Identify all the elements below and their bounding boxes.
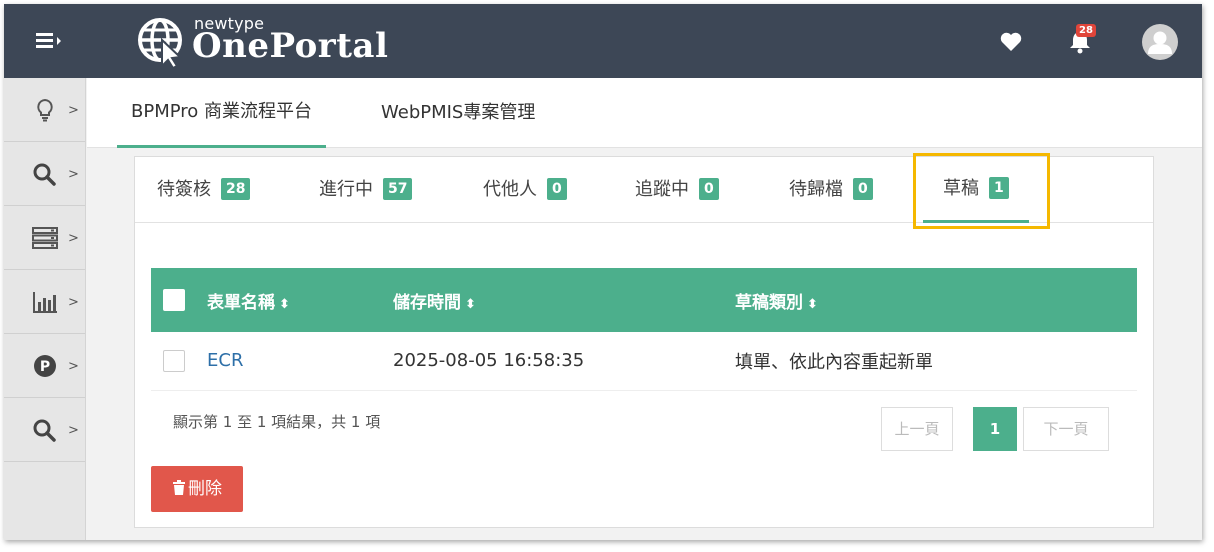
user-avatar[interactable] — [1142, 24, 1178, 60]
status-tabs: 待簽核 28 進行中 57 代他人 0 追蹤中 0 待歸檔 0 草稿 1 — [135, 153, 1153, 229]
tab-label: 待簽核 — [157, 179, 211, 200]
count-badge: 57 — [383, 178, 413, 200]
drafts-table: 表單名稱 ⬍ 儲存時間 ⬍ 草稿類別 ⬍ ECR 2025-08-05 16:5… — [151, 268, 1137, 391]
sidebar-item-ideas[interactable]: > — [4, 78, 85, 142]
header-label: 表單名稱 — [207, 292, 275, 313]
header-draft-category[interactable]: 草稿類別 ⬍ — [735, 268, 1137, 332]
p-circle-icon: P — [34, 355, 56, 377]
prev-page-button[interactable]: 上一頁 — [881, 407, 953, 451]
form-name-link[interactable]: ECR — [207, 350, 243, 371]
tab-label: 待歸檔 — [789, 179, 843, 200]
favorites-button[interactable] — [1000, 32, 1022, 56]
tab-tracking[interactable]: 追蹤中 0 — [635, 157, 719, 223]
count-badge: 1 — [989, 177, 1009, 199]
tab-label: 代他人 — [483, 179, 537, 200]
row-select-cell — [151, 332, 193, 391]
content-panel: 待簽核 28 進行中 57 代他人 0 追蹤中 0 待歸檔 0 草稿 1 表單名… — [134, 153, 1154, 528]
search-icon — [33, 419, 56, 442]
sort-icon: ⬍ — [465, 296, 476, 312]
sort-icon: ⬍ — [279, 296, 290, 312]
sidebar-item-p[interactable]: P > — [4, 334, 85, 398]
count-badge: 28 — [221, 178, 251, 200]
header-label: 草稿類別 — [735, 292, 803, 313]
row-checkbox[interactable] — [163, 349, 185, 372]
globe-cursor-icon — [138, 18, 183, 68]
tab-drafts[interactable]: 草稿 1 — [923, 157, 1029, 223]
notification-badge: 28 — [1076, 24, 1096, 37]
user-icon — [1148, 31, 1172, 54]
chevron-right-icon: > — [68, 423, 79, 438]
header-label: 儲存時間 — [393, 292, 461, 313]
count-badge: 0 — [699, 178, 719, 200]
chevron-right-icon: > — [68, 103, 79, 118]
header-form-name[interactable]: 表單名稱 ⬍ — [193, 268, 393, 332]
menu-toggle-button[interactable] — [36, 30, 72, 54]
top-navbar: newtype OnePortal 28 — [4, 4, 1202, 78]
logo[interactable]: newtype OnePortal — [136, 12, 416, 72]
form-name-cell: ECR — [193, 332, 393, 391]
app-window: newtype OnePortal 28 > > > > P > > BPMPr… — [4, 4, 1202, 540]
trash-icon — [173, 480, 185, 495]
caret-right-icon — [57, 37, 61, 45]
tab-in-progress[interactable]: 進行中 57 — [319, 157, 413, 223]
tab-pending-approval[interactable]: 待簽核 28 — [157, 157, 251, 223]
count-badge: 0 — [547, 178, 567, 200]
lightbulb-icon — [37, 98, 53, 122]
sidebar-item-reports[interactable]: > — [4, 270, 85, 334]
heart-icon — [1000, 32, 1022, 51]
sidebar-item-search[interactable]: > — [4, 142, 85, 206]
tab-label: 追蹤中 — [635, 179, 689, 200]
chevron-right-icon: > — [68, 231, 79, 246]
tab-label: 草稿 — [943, 178, 979, 199]
tab-webpmis[interactable]: WebPMIS專案管理 — [381, 78, 535, 148]
results-summary: 顯示第 1 至 1 項結果，共 1 項 — [173, 413, 381, 431]
next-page-button[interactable]: 下一頁 — [1023, 407, 1109, 451]
chevron-right-icon: > — [68, 359, 79, 374]
svg-text:P: P — [40, 359, 50, 375]
notifications-button[interactable]: 28 — [1068, 24, 1096, 58]
page-1-button[interactable]: 1 — [973, 407, 1017, 451]
delete-button[interactable]: 刪除 — [151, 466, 243, 512]
delete-label: 刪除 — [188, 479, 222, 499]
saved-time-cell: 2025-08-05 16:58:35 — [393, 332, 735, 391]
tab-label: 進行中 — [319, 179, 373, 200]
hamburger-icon — [36, 33, 53, 48]
sidebar-item-search-2[interactable]: > — [4, 398, 85, 462]
select-all-cell — [151, 268, 193, 332]
tab-to-archive[interactable]: 待歸檔 0 — [789, 157, 873, 223]
sidebar-item-servers[interactable]: > — [4, 206, 85, 270]
chevron-right-icon: > — [68, 167, 79, 182]
draft-category-cell: 填單、依此內容重起新單 — [735, 332, 1137, 391]
count-badge: 0 — [853, 178, 873, 200]
search-icon — [33, 163, 56, 186]
sort-icon: ⬍ — [807, 296, 818, 312]
brand-name: OnePortal — [192, 26, 389, 66]
tab-delegate[interactable]: 代他人 0 — [483, 157, 567, 223]
sidebar: > > > > P > > — [4, 78, 86, 540]
select-all-checkbox[interactable] — [163, 289, 185, 311]
chevron-right-icon: > — [68, 295, 79, 310]
header-saved-time[interactable]: 儲存時間 ⬍ — [393, 268, 735, 332]
table-header-row: 表單名稱 ⬍ 儲存時間 ⬍ 草稿類別 ⬍ — [151, 268, 1137, 332]
server-icon — [32, 227, 58, 249]
tab-bpmpro[interactable]: BPMPro 商業流程平台 — [117, 78, 327, 148]
bar-chart-icon — [33, 292, 57, 313]
table-row: ECR 2025-08-05 16:58:35 填單、依此內容重起新單 — [151, 332, 1137, 391]
system-tabs: BPMPro 商業流程平台 WebPMIS專案管理 — [87, 78, 1202, 148]
